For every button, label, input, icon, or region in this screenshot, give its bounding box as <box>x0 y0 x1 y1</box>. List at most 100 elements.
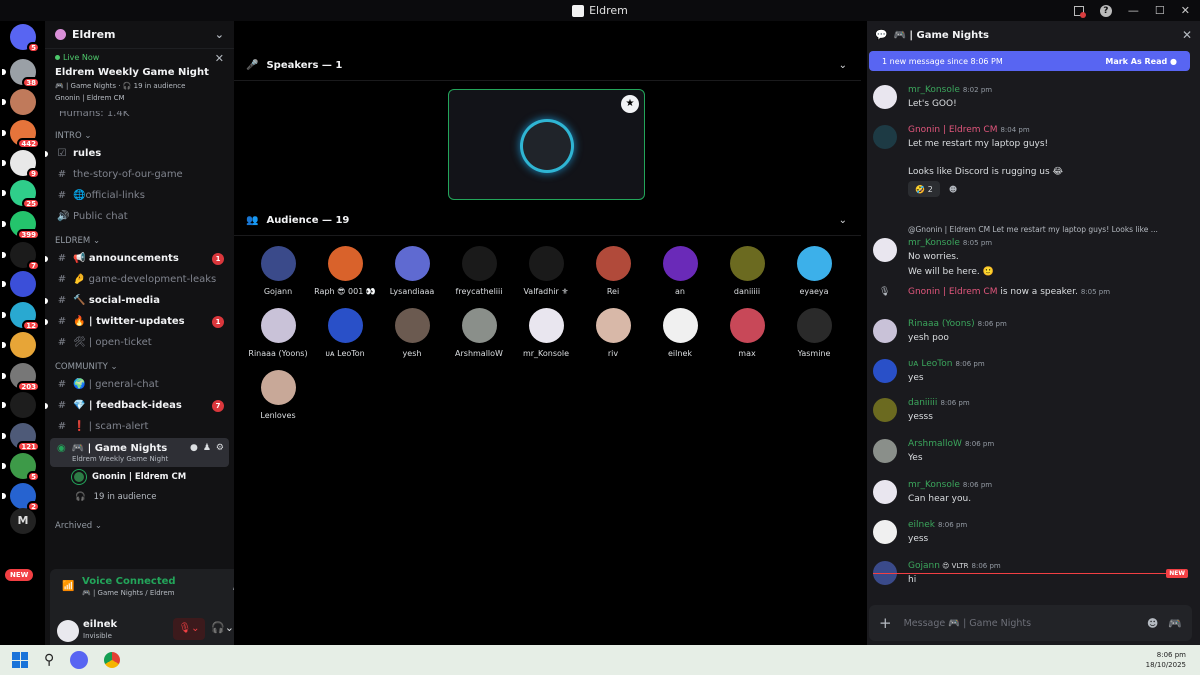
message-author[interactable]: mr_Konsole <box>908 238 960 248</box>
message-author[interactable]: Rinaaa (Yoons) <box>908 319 975 329</box>
chrome-taskbar-icon[interactable] <box>104 652 121 668</box>
channel-twitter-updates[interactable]: # 🔥 | twitter-updates 1 <box>45 311 234 332</box>
audience-member[interactable]: yesh <box>378 308 446 358</box>
voice-audience[interactable]: 🎧 19 in audience <box>45 487 234 507</box>
server-icon[interactable] <box>2 332 36 358</box>
help-icon[interactable]: ? <box>1099 4 1112 17</box>
audience-member[interactable]: Valfadhir ⚜ <box>512 246 580 296</box>
server-icon[interactable]: 38 <box>2 59 40 88</box>
close-icon[interactable]: ✕ <box>215 52 224 65</box>
avatar[interactable] <box>57 620 79 642</box>
guild-header[interactable]: Eldrem ⌄ <box>45 21 234 49</box>
channel-game-dev-leaks[interactable]: # 🤌 game-development-leaks <box>45 269 234 290</box>
gamepad-icon[interactable]: 🎮 <box>1168 617 1182 630</box>
maximize-button[interactable]: ☐ <box>1155 4 1165 17</box>
server-icon[interactable]: 2 <box>2 483 40 512</box>
audience-member[interactable]: Rinaaa (Yoons) <box>244 308 312 358</box>
audience-member[interactable]: Lenloves <box>244 370 312 420</box>
emoji-icon[interactable]: ☻ <box>1147 617 1158 630</box>
server-icon[interactable]: 12 <box>2 302 40 331</box>
start-icon[interactable] <box>12 652 28 668</box>
voice-user[interactable]: Gnonin | Eldrem CM <box>45 467 234 487</box>
reaction[interactable]: 🤣 2 <box>908 181 940 197</box>
close-icon[interactable]: ✕ <box>1182 28 1192 42</box>
message-author[interactable]: ᴜᴀ LeoTon <box>908 359 952 369</box>
server-icon[interactable]: 7 <box>2 242 40 271</box>
add-member-icon[interactable]: ♟ <box>203 443 211 453</box>
avatar[interactable] <box>873 439 897 463</box>
speakers-header[interactable]: 🎤 Speakers — 1 <box>246 60 342 71</box>
avatar[interactable] <box>873 398 897 422</box>
message-author[interactable]: eilnek <box>908 520 935 530</box>
channel-open-ticket[interactable]: # 🛠 | open-ticket <box>45 332 234 353</box>
search-icon[interactable]: ⚲ <box>44 652 54 668</box>
inbox-icon[interactable] <box>1073 5 1086 18</box>
channel-general-chat[interactable]: # 🌍 | general-chat <box>45 374 234 395</box>
avatar[interactable] <box>873 238 897 262</box>
server-icon[interactable]: 25 <box>2 180 40 209</box>
audience-member[interactable]: Rei <box>579 246 647 296</box>
audience-member[interactable]: Yasmine <box>780 308 848 358</box>
server-icon[interactable]: 5 <box>2 453 40 482</box>
chat-bubble-icon[interactable]: ● <box>190 443 198 453</box>
audience-member[interactable]: daniiiii <box>713 246 781 296</box>
server-icon[interactable] <box>2 271 36 297</box>
server-icon[interactable]: 5 <box>10 24 40 53</box>
category-community[interactable]: COMMUNITY ⌄ <box>45 360 234 374</box>
audience-member[interactable]: ᴜᴀ LeoTon <box>311 308 379 358</box>
mute-mic-icon[interactable]: 🎙⌄ <box>173 618 205 640</box>
channel-scam-alert[interactable]: # ❗ | scam-alert <box>45 416 234 437</box>
audience-member[interactable]: eilnek <box>646 308 714 358</box>
audience-member[interactable]: Lysandiaaa <box>378 246 446 296</box>
avatar[interactable] <box>873 85 897 109</box>
new-unreads-pill[interactable]: NEW <box>5 569 34 581</box>
speaker-tile[interactable]: ★ <box>448 89 645 200</box>
message-author[interactable]: ArshmalloW <box>908 439 962 449</box>
voice-location[interactable]: 🎮 | Game Nights / Eldrem <box>82 589 175 597</box>
close-window-button[interactable]: ✕ <box>1181 4 1190 17</box>
channel-game-nights[interactable]: ◉ 🎮 | Game Nights Eldrem Weekly Game Nigh… <box>50 438 229 467</box>
message-input[interactable]: Message 🎮 | Game Nights <box>904 618 1032 629</box>
audience-member[interactable]: Raph 😎 001 👀 <box>311 246 379 296</box>
user-name[interactable]: eilnek <box>83 619 117 630</box>
category-eldrem[interactable]: ELDREM ⌄ <box>45 234 234 248</box>
server-icon[interactable] <box>2 392 36 418</box>
chevron-down-icon[interactable]: ⌄ <box>839 60 847 71</box>
message-author[interactable]: mr_Konsole <box>908 480 960 490</box>
message-author[interactable]: daniiiii <box>908 398 937 408</box>
message-author[interactable]: Gnonin | Eldrem CM <box>908 287 997 297</box>
avatar[interactable] <box>873 125 897 149</box>
channel-official-links[interactable]: # 🌐official-links <box>45 185 234 206</box>
audience-member[interactable]: Gojann <box>244 246 312 296</box>
message-author[interactable]: Gnonin | Eldrem CM <box>908 125 997 135</box>
category-archived[interactable]: Archived ⌄ <box>45 519 234 533</box>
discord-taskbar-icon[interactable] <box>70 651 89 669</box>
category-intro[interactable]: INTRO ⌄ <box>45 129 234 143</box>
channel-rules[interactable]: ☑ rules <box>45 143 234 164</box>
avatar[interactable] <box>873 520 897 544</box>
audience-member[interactable]: mr_Konsole <box>512 308 580 358</box>
add-attachment-icon[interactable]: + <box>879 614 892 632</box>
audience-member[interactable]: riv <box>579 308 647 358</box>
channel-public-chat[interactable]: 🔊 Public chat <box>45 206 234 227</box>
channel-announcements[interactable]: # 📢 announcements 1 <box>45 248 234 269</box>
new-messages-bar[interactable]: 1 new message since 8:06 PM Mark As Read… <box>869 51 1190 71</box>
chevron-down-icon[interactable]: ⌄ <box>839 215 847 226</box>
message-composer[interactable]: + Message 🎮 | Game Nights ☻ 🎮 <box>869 605 1192 641</box>
reply-preview[interactable]: @Gnonin | Eldrem CM Let me restart my la… <box>908 225 1168 234</box>
server-icon[interactable]: 203 <box>2 363 40 392</box>
live-event-banner[interactable]: Live Now Eldrem Weekly Game Night 🎮 | Ga… <box>45 49 234 111</box>
server-icon[interactable]: M <box>10 508 36 534</box>
mark-as-read-button[interactable]: Mark As Read ● <box>1105 57 1177 66</box>
audience-member[interactable]: eyaeya <box>780 246 848 296</box>
audience-header[interactable]: 👥 Audience — 19 <box>246 215 349 226</box>
clock[interactable]: 8:06 pm 18/10/2025 <box>1146 650 1186 670</box>
channel-social-media[interactable]: # 🔨 social-media <box>45 290 234 311</box>
channel-feedback-ideas[interactable]: # 💎 | feedback-ideas 7 <box>45 395 234 416</box>
server-icon[interactable] <box>2 89 36 115</box>
message-author[interactable]: Gojann <box>908 561 940 571</box>
channel-story[interactable]: # the-story-of-our-game <box>45 164 234 185</box>
message-author[interactable]: mr_Konsole <box>908 85 960 95</box>
headphones-icon[interactable]: 🎧⌄ <box>211 621 234 634</box>
avatar[interactable] <box>873 480 897 504</box>
